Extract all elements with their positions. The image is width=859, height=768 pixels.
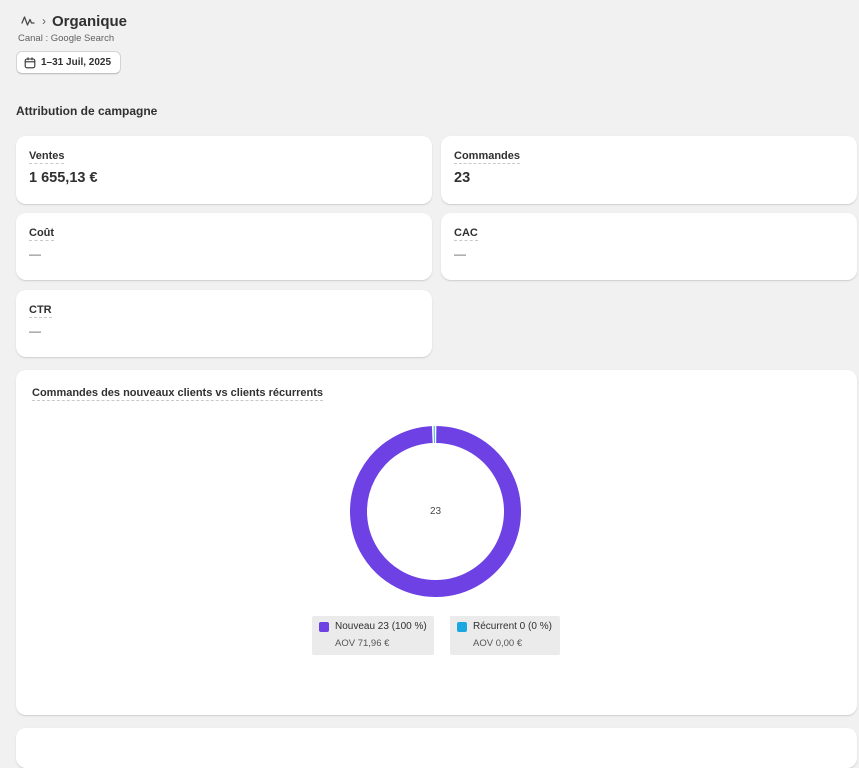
metric-value: — — [29, 324, 41, 338]
legend-item-nouveau[interactable]: Nouveau 23 (100 %) AOV 71,96 € — [312, 616, 434, 655]
page-title: Organique — [52, 13, 127, 30]
next-card — [16, 728, 857, 768]
metric-card-commandes: Commandes 23 — [441, 136, 857, 204]
legend-aov: AOV 71,96 € — [335, 638, 427, 649]
metric-label[interactable]: CAC — [454, 227, 478, 241]
metric-value: 1 655,13 € — [29, 170, 98, 186]
legend-item-recurrent[interactable]: Récurrent 0 (0 %) AOV 0,00 € — [450, 616, 560, 655]
metric-value: — — [29, 247, 41, 261]
metric-label[interactable]: Ventes — [29, 150, 64, 164]
donut-chart: 23 — [349, 425, 522, 598]
metric-card-cout: Coût — — [16, 213, 432, 280]
date-range-button[interactable]: 1–31 Juil, 2025 — [16, 51, 121, 74]
metric-card-ctr: CTR — — [16, 290, 432, 357]
metric-label[interactable]: Commandes — [454, 150, 520, 164]
section-title: Attribution de campagne — [16, 104, 157, 118]
metric-value: — — [454, 247, 466, 261]
breadcrumb-separator: › — [42, 14, 46, 28]
chart-card: Commandes des nouveaux clients vs client… — [16, 370, 857, 715]
legend-label: Récurrent 0 (0 %) — [473, 621, 552, 632]
legend-label: Nouveau 23 (100 %) — [335, 621, 427, 632]
metric-card-cac: CAC — — [441, 213, 857, 280]
legend-swatch — [319, 622, 329, 632]
date-range-label: 1–31 Juil, 2025 — [41, 57, 111, 68]
legend-aov: AOV 0,00 € — [473, 638, 553, 649]
donut-center-label: 23 — [349, 425, 522, 598]
legend-swatch — [457, 622, 467, 632]
metric-label[interactable]: CTR — [29, 304, 52, 318]
channel-activity-icon[interactable] — [20, 13, 36, 29]
metric-card-ventes: Ventes 1 655,13 € — [16, 136, 432, 204]
chart-title[interactable]: Commandes des nouveaux clients vs client… — [32, 387, 323, 401]
page-header: › Organique Canal : Google Search — [18, 10, 127, 44]
metric-label[interactable]: Coût — [29, 227, 54, 241]
metric-value: 23 — [454, 170, 470, 186]
breadcrumb: › Organique — [18, 10, 127, 32]
page-subtitle: Canal : Google Search — [18, 33, 127, 44]
calendar-icon — [24, 57, 36, 69]
